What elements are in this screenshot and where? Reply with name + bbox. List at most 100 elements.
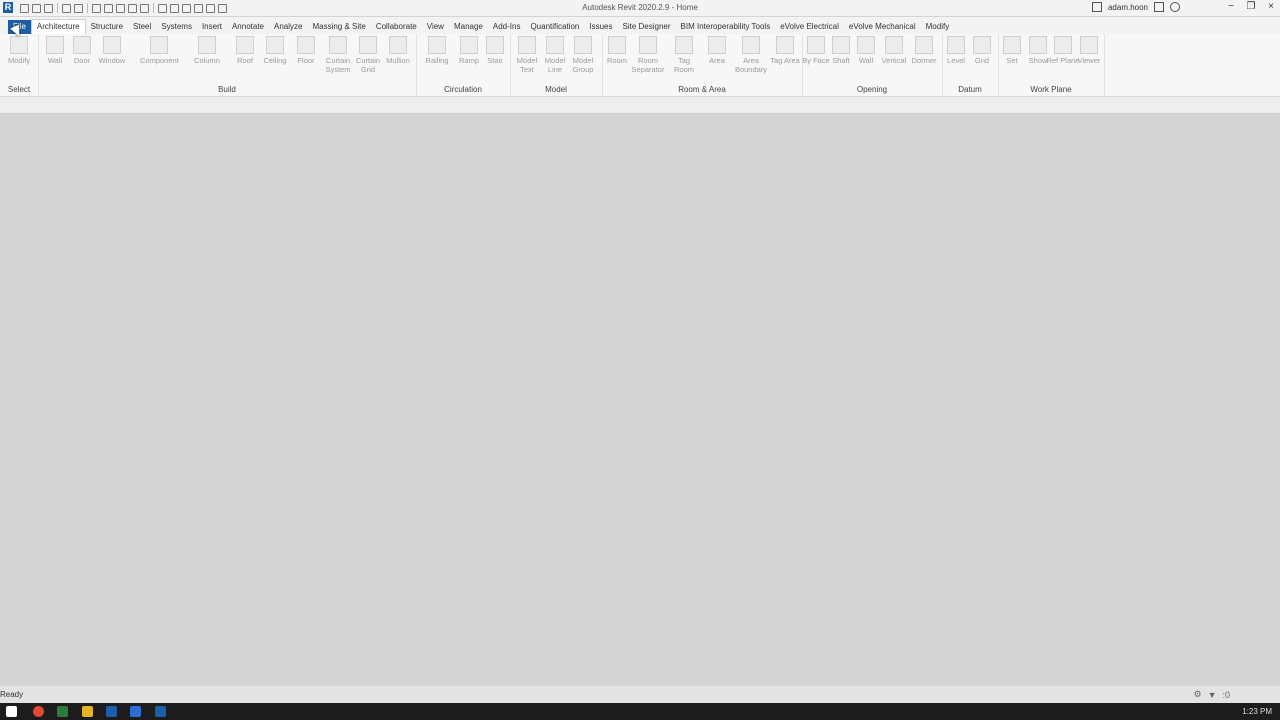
grid-tool[interactable]: Grid [965, 36, 999, 65]
tab-bim-interoperability[interactable]: BIM Interoperability Tools [676, 20, 776, 34]
panel-datum-label: Datum [958, 85, 982, 94]
tab-steel[interactable]: Steel [128, 20, 156, 34]
tab-massing-site[interactable]: Massing & Site [307, 20, 370, 34]
revit-active-taskbar-icon[interactable] [155, 706, 166, 717]
modify-tool[interactable]: Modify [2, 36, 36, 65]
quick-access-toolbar [20, 2, 227, 14]
revit-taskbar-icon[interactable] [106, 706, 117, 717]
viewer-tool-label: Viewer [1077, 56, 1101, 65]
column-tool[interactable]: Column [190, 36, 224, 65]
tab-systems[interactable]: Systems [156, 20, 197, 34]
chrome-icon[interactable] [33, 706, 44, 717]
tab-annotate[interactable]: Annotate [227, 20, 269, 34]
component-tool[interactable]: Component [140, 36, 179, 65]
dormer-tool[interactable]: Dormer [907, 36, 941, 65]
section-icon[interactable] [170, 3, 179, 13]
sync-icon[interactable] [44, 3, 53, 13]
user-name[interactable]: adam.hoon [1108, 3, 1148, 12]
tab-evolve-mechanical[interactable]: eVolve Mechanical [844, 20, 921, 34]
model-group-tool[interactable]: Model Group [566, 36, 600, 74]
window-tool[interactable]: Window [95, 36, 129, 65]
drawing-area[interactable] [0, 114, 1280, 686]
room-tool[interactable]: Room [600, 36, 634, 65]
panel-select-label[interactable]: Select [0, 85, 38, 94]
area-boundary-tool-label: Area Boundary [734, 56, 768, 74]
tab-structure[interactable]: Structure [86, 20, 128, 34]
tag-room-tool[interactable]: Tag Room [667, 36, 701, 74]
filter-icon[interactable]: ▼ [1208, 690, 1217, 700]
area-tool[interactable]: Area [700, 36, 734, 65]
help-icon[interactable] [1170, 2, 1180, 12]
tab-issues[interactable]: Issues [584, 20, 617, 34]
background-processes-icon[interactable]: ⚙ [1193, 689, 1201, 700]
customize-qat-icon[interactable] [218, 3, 227, 13]
window-controls: − ❐ × [1226, 1, 1276, 12]
open-icon[interactable] [20, 3, 29, 13]
tag-area-tool-label: Tag Area [770, 56, 800, 65]
stair-tool[interactable]: Stair [478, 36, 512, 65]
revit-logo-icon[interactable]: R [3, 2, 13, 13]
tab-architecture[interactable]: Architecture [30, 19, 86, 34]
curtain-system-tool[interactable]: Curtain System [321, 36, 355, 74]
text-icon[interactable] [140, 3, 149, 13]
area-icon [708, 36, 726, 54]
3d-view-icon[interactable] [158, 3, 167, 13]
user-area: adam.hoon [1091, 2, 1180, 12]
tab-insert[interactable]: Insert [197, 20, 227, 34]
tab-add-ins[interactable]: Add-Ins [488, 20, 526, 34]
tab-view[interactable]: View [422, 20, 449, 34]
measure-icon[interactable] [104, 3, 113, 13]
taskbar-clock: 1:23 PM [1242, 707, 1272, 716]
curtain-system-tool-label: Curtain System [325, 56, 351, 74]
restore-button[interactable]: ❐ [1246, 1, 1256, 12]
floor-tool[interactable]: Floor [289, 36, 323, 65]
area-boundary-tool[interactable]: Area Boundary [732, 36, 770, 74]
ceiling-tool[interactable]: Ceiling [258, 36, 292, 65]
door-tool[interactable]: Door [65, 36, 99, 65]
file-explorer-icon[interactable] [82, 706, 93, 717]
close-hidden-icon[interactable] [194, 3, 203, 13]
minimize-button[interactable]: − [1226, 1, 1236, 12]
tag-room-tool-label: Tag Room [673, 56, 694, 74]
notes-icon[interactable] [57, 706, 68, 717]
roof-tool[interactable]: Roof [228, 36, 262, 65]
mullion-tool-label: Mullion [386, 56, 410, 65]
undo-icon[interactable] [62, 3, 71, 13]
stair-tool-label: Stair [487, 56, 503, 65]
tab-manage[interactable]: Manage [449, 20, 488, 34]
floor-icon [297, 36, 315, 54]
tag-room-icon [675, 36, 693, 54]
tab-site-designer[interactable]: Site Designer [618, 20, 676, 34]
dormer-tool-label: Dormer [911, 56, 937, 65]
tab-evolve-electrical[interactable]: eVolve Electrical [775, 20, 844, 34]
switch-windows-icon[interactable] [206, 3, 215, 13]
cart-icon[interactable] [1154, 2, 1164, 12]
print-icon[interactable] [92, 3, 101, 13]
redo-icon[interactable] [74, 3, 83, 13]
tag-icon[interactable] [128, 3, 137, 13]
panel-room-area-label[interactable]: Room & Area [602, 85, 802, 94]
tab-analyze[interactable]: Analyze [269, 20, 307, 34]
wall-tool-label: Wall [47, 56, 63, 65]
start-icon[interactable] [6, 706, 17, 717]
viewer-tool[interactable]: Viewer [1072, 36, 1106, 65]
curtain-system-icon [329, 36, 347, 54]
mullion-tool[interactable]: Mullion [381, 36, 415, 65]
railing-tool[interactable]: Railing [420, 36, 454, 65]
thin-lines-icon[interactable] [182, 3, 191, 13]
mullion-icon [389, 36, 407, 54]
tab-modify[interactable]: Modify [921, 20, 955, 34]
tag-area-tool[interactable]: Tag Area [768, 36, 802, 65]
dimension-icon[interactable] [116, 3, 125, 13]
save-icon[interactable] [32, 3, 41, 13]
ceiling-icon [266, 36, 284, 54]
close-button[interactable]: × [1266, 1, 1276, 12]
tab-collaborate[interactable]: Collaborate [371, 20, 422, 34]
vertical-tool[interactable]: Vertical [877, 36, 911, 65]
room-separator-tool[interactable]: Room Separator [631, 36, 665, 74]
tab-quantification[interactable]: Quantification [525, 20, 584, 34]
stair-icon [486, 36, 504, 54]
sign-in-icon[interactable] [1091, 2, 1102, 12]
curtain-grid-tool[interactable]: Curtain Grid [351, 36, 385, 74]
app-taskbar-icon[interactable] [130, 706, 141, 717]
